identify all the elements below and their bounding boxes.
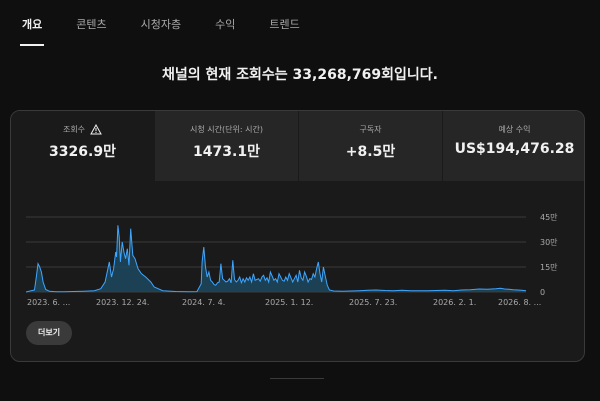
metric-watch-time[interactable]: 시청 시간(단위: 시간) 1473.1만	[154, 111, 298, 181]
metric-value: 3326.9만	[49, 144, 116, 160]
tab-content[interactable]: 콘텐츠	[76, 0, 106, 46]
more-button[interactable]: 더보기	[26, 321, 73, 345]
x-tick-label: 2025. 7. 23.	[349, 298, 397, 307]
tab-revenue[interactable]: 수익	[215, 0, 235, 46]
metric-value: +8.5만	[345, 144, 396, 160]
analytics-card: 조회수 3326.9만 시청 시간(단위: 시간) 1473.1만 구독자 +8…	[10, 110, 585, 362]
y-tick-label: 0	[540, 288, 545, 297]
y-tick-label: 30만	[540, 238, 558, 247]
y-tick-label: 15만	[540, 263, 558, 272]
x-tick-label: 2023. 6. ...	[27, 298, 70, 307]
x-tick-label: 2025. 1. 12.	[265, 298, 313, 307]
metric-label: 시청 시간(단위: 시간)	[190, 125, 263, 134]
metric-views-label-row: 조회수	[62, 123, 102, 135]
metric-value: 1473.1만	[193, 144, 260, 160]
metric-label: 구독자	[359, 125, 382, 134]
scroll-indicator	[270, 378, 324, 379]
metric-label: 예상 수익	[498, 125, 531, 134]
y-tick-label: 45만	[540, 213, 558, 222]
metric-estimated-revenue[interactable]: 예상 수익 US$194,476.28	[442, 111, 584, 181]
x-tick-label: 2026. 2. 1.	[433, 298, 476, 307]
metric-label: 조회수	[62, 125, 86, 134]
tab-trends[interactable]: 트렌드	[269, 0, 299, 46]
warning-icon[interactable]	[90, 123, 102, 135]
metric-tabs: 조회수 3326.9만 시청 시간(단위: 시간) 1473.1만 구독자 +8…	[11, 111, 584, 181]
views-chart[interactable]: 0 15만 30만 45만 2023. 6. ... 2023. 12. 24. 2024.…	[11, 207, 584, 317]
x-tick-label: 2023. 12. 24.	[96, 298, 149, 307]
metric-subscribers[interactable]: 구독자 +8.5만	[298, 111, 442, 181]
metric-views[interactable]: 조회수 3326.9만	[11, 111, 154, 181]
tab-overview[interactable]: 개요	[19, 0, 45, 46]
series-area	[26, 225, 526, 292]
page-headline: 채널의 현재 조회수는 33,268,769회입니다.	[162, 67, 438, 83]
tab-bar: 개요 콘텐츠 시청자층 수익 트렌드	[0, 0, 600, 46]
tab-audience[interactable]: 시청자층	[141, 0, 181, 46]
views-chart-svg: 0 15만 30만 45만 2023. 6. ... 2023. 12. 24. 2024.…	[25, 213, 558, 307]
metric-value: US$194,476.28	[454, 141, 575, 157]
x-tick-label: 2026. 8. ...	[498, 298, 541, 307]
x-tick-label: 2024. 7. 4.	[182, 298, 225, 307]
